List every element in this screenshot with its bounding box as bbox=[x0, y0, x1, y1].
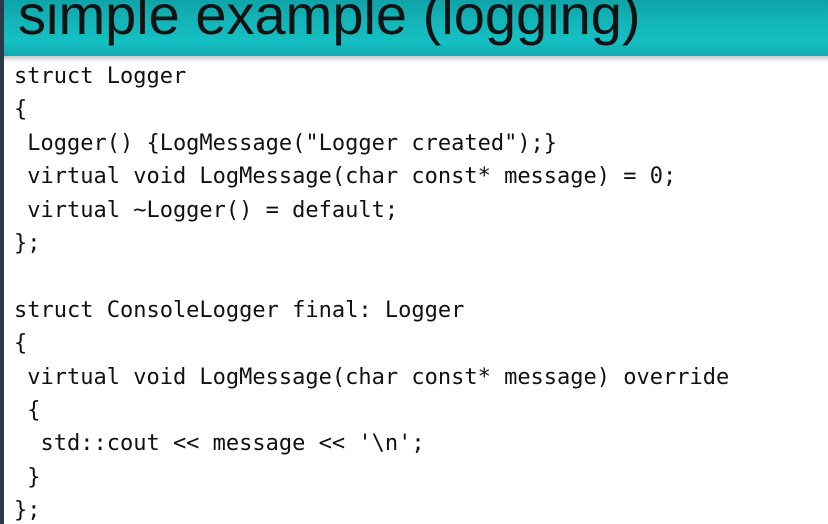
code-line: struct Logger bbox=[14, 64, 187, 89]
code-block: struct Logger { Logger() {LogMessage("Log… bbox=[14, 60, 729, 524]
slide-header: simple example (logging) bbox=[4, 0, 828, 56]
code-line: virtual ~Logger() = default; bbox=[14, 197, 399, 223]
code-line: std::cout << message << '\n'; bbox=[14, 431, 425, 457]
code-line: { bbox=[14, 97, 28, 123]
code-line: virtual void LogMessage(char const* mess… bbox=[14, 164, 677, 190]
slide: simple example (logging) struct Logger { … bbox=[0, 0, 828, 524]
slide-left-edge bbox=[0, 0, 4, 524]
code-line: { bbox=[14, 397, 41, 423]
code-line: }; bbox=[14, 498, 41, 524]
code-line: virtual void LogMessage(char const* mess… bbox=[14, 364, 730, 390]
code-line: { bbox=[14, 331, 28, 357]
code-line: }; bbox=[14, 230, 41, 256]
code-line: Logger() {LogMessage("Logger created");} bbox=[14, 130, 558, 156]
slide-title: simple example (logging) bbox=[18, 0, 641, 46]
code-line: struct ConsoleLogger final: Logger bbox=[14, 297, 465, 323]
code-line: } bbox=[14, 464, 41, 490]
